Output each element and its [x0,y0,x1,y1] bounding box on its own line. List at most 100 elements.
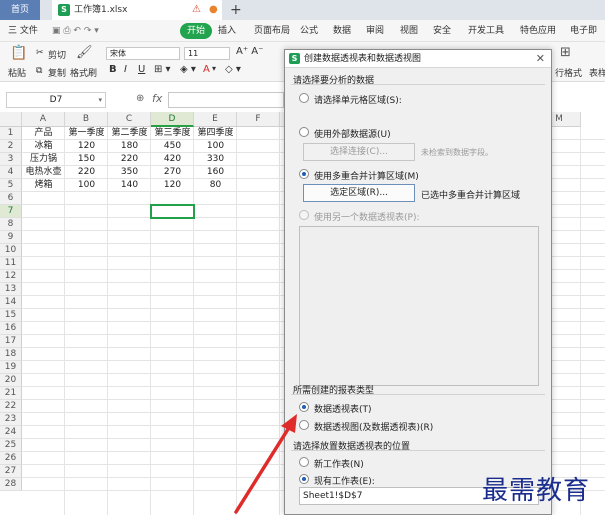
menu-insert[interactable]: 插入 [218,20,236,42]
font-name-select[interactable]: 宋体 [106,47,180,60]
table-style-button[interactable]: 表样 [589,66,605,79]
font-color-icon[interactable]: A [203,64,210,75]
table-cell[interactable]: 420 [151,153,194,166]
column-header[interactable]: F [237,112,280,127]
row-header[interactable]: 26 [0,452,22,465]
column-header[interactable]: C [108,112,151,127]
zoom-icon[interactable]: ⊕ [136,93,144,104]
row-header[interactable]: 18 [0,348,22,361]
menu-review[interactable]: 审阅 [366,20,384,42]
border-icon[interactable]: ⊞ ▾ [154,64,171,75]
close-icon[interactable]: ✕ [536,50,545,68]
table-cell[interactable]: 180 [108,140,151,153]
menu-view[interactable]: 视图 [400,20,418,42]
row-header[interactable]: 19 [0,361,22,374]
row-header[interactable]: 25 [0,439,22,452]
table-cell[interactable]: 压力锅 [22,153,65,166]
menu-formula[interactable]: 公式 [300,20,318,42]
copy-button[interactable]: 复制 [48,66,66,79]
row-header[interactable]: 21 [0,387,22,400]
radio-pivot-chart[interactable] [299,420,309,430]
name-box[interactable]: D7 ▾ [6,92,106,108]
radio-cell-range[interactable] [299,93,309,103]
menu-data[interactable]: 数据 [333,20,351,42]
radio-existing-sheet[interactable] [299,474,309,484]
row-header[interactable]: 5 [0,179,22,192]
radio-other-pivot[interactable] [299,210,309,220]
radio-pivot-table[interactable] [299,402,309,412]
column-header[interactable]: D [151,112,194,127]
table-cell[interactable]: 330 [194,153,237,166]
table-cell[interactable]: 160 [194,166,237,179]
row-header[interactable]: 2 [0,140,22,153]
table-cell[interactable]: 第四季度 [194,127,237,140]
row-header[interactable]: 12 [0,270,22,283]
row-header[interactable]: 13 [0,283,22,296]
choose-region-button[interactable]: 选定区域(R)... [303,184,415,202]
paste-label[interactable]: 粘贴 [8,66,26,79]
row-header[interactable]: 11 [0,257,22,270]
chevron-down-icon[interactable]: ▾ [98,93,102,107]
table-cell[interactable]: 450 [151,140,194,153]
row-header[interactable]: 24 [0,426,22,439]
row-header[interactable]: 27 [0,465,22,478]
table-cell[interactable]: 220 [108,153,151,166]
row-header[interactable]: 20 [0,374,22,387]
row-header[interactable]: 22 [0,400,22,413]
font-color-dropdown-icon[interactable]: ▾ [212,64,216,73]
table-cell[interactable]: 100 [194,140,237,153]
table-cell[interactable]: 140 [108,179,151,192]
row-header[interactable]: 7 [0,205,22,218]
table-cell[interactable]: 120 [65,140,108,153]
fill-color-icon[interactable]: ◈ ▾ [180,64,196,75]
row-header[interactable]: 17 [0,335,22,348]
row-header[interactable]: 23 [0,413,22,426]
menu-developer[interactable]: 开发工具 [468,20,504,42]
selected-cell-d7[interactable] [150,204,195,219]
font-size-select[interactable]: 11 [184,47,230,60]
row-format-button[interactable]: 行格式 [555,66,582,79]
table-cell[interactable]: 270 [151,166,194,179]
table-cell[interactable]: 第二季度 [108,127,151,140]
choose-connection-button[interactable]: 选择连接(C)... [303,143,415,161]
formula-input[interactable] [168,92,284,108]
row-header[interactable]: 3 [0,153,22,166]
bold-icon[interactable]: B [109,64,117,75]
row-header[interactable]: 28 [0,478,22,491]
radio-new-sheet[interactable] [299,457,309,467]
menu-file[interactable]: 三 文件 [8,20,38,42]
tab-home[interactable]: 首页 [0,0,40,20]
table-cell[interactable]: 第一季度 [65,127,108,140]
table-cell[interactable]: 220 [65,166,108,179]
row-header[interactable]: 6 [0,192,22,205]
table-cell[interactable]: 100 [65,179,108,192]
menu-special[interactable]: 特色应用 [520,20,556,42]
table-cell[interactable]: 80 [194,179,237,192]
row-header[interactable]: 16 [0,322,22,335]
table-cell[interactable]: 电热水壶 [22,166,65,179]
row-header[interactable]: 1 [0,127,22,140]
row-header[interactable]: 10 [0,244,22,257]
table-cell[interactable]: 第三季度 [151,127,194,140]
font-grow-icon[interactable]: A⁺ A⁻ [236,46,263,57]
fx-icon[interactable]: fx [152,92,162,105]
menu-start[interactable]: 开始 [180,23,213,39]
row-header[interactable]: 8 [0,218,22,231]
row-header[interactable]: 9 [0,231,22,244]
format-painter-button[interactable]: 格式刷 [70,66,97,79]
column-header[interactable]: B [65,112,108,127]
menu-security[interactable]: 安全 [433,20,451,42]
table-cell[interactable]: 350 [108,166,151,179]
paste-icon[interactable]: 📋 [10,45,27,61]
underline-icon[interactable]: U [138,64,145,75]
corner-select-all[interactable] [0,112,22,127]
row-header[interactable]: 15 [0,309,22,322]
table-cell[interactable]: 120 [151,179,194,192]
radio-external-source[interactable] [299,127,309,137]
table-cell[interactable]: 产品 [22,127,65,140]
italic-icon[interactable]: I [124,64,127,75]
row-header[interactable]: 4 [0,166,22,179]
clear-icon[interactable]: ◇ ▾ [225,64,241,75]
new-tab-button[interactable]: + [230,0,242,20]
column-header[interactable]: A [22,112,65,127]
